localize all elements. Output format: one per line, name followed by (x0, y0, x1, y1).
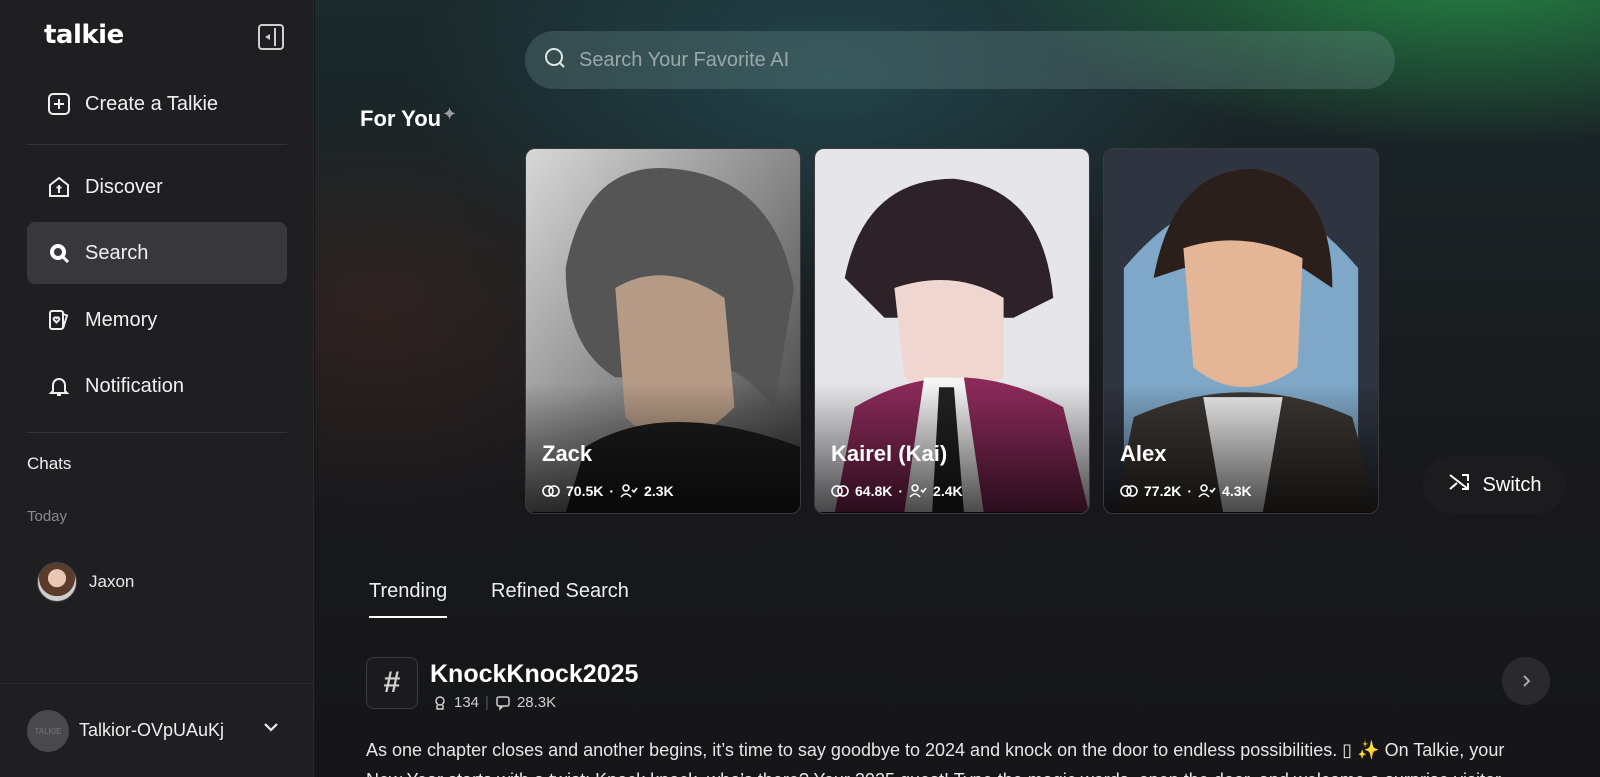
tab-refined-search[interactable]: Refined Search (491, 580, 629, 603)
sparkle-icon: ✦ (442, 104, 458, 124)
user-bar[interactable]: TALKIE Talkior-OVpUAuKj (0, 683, 314, 777)
followers-icon (620, 484, 638, 498)
tab-trending[interactable]: Trending (369, 580, 448, 618)
sidebar-divider (27, 432, 287, 433)
character-card-zack[interactable]: Zack 70.5K · 2.3K (525, 148, 801, 514)
chats-icon (542, 485, 560, 497)
chevron-down-icon[interactable] (262, 718, 280, 741)
character-stats: 77.2K · 4.3K (1120, 483, 1252, 499)
bell-icon (47, 374, 71, 398)
user-name: Talkior-OVpUAuKj (79, 720, 225, 740)
create-talkie-button[interactable]: Create a Talkie (27, 73, 287, 135)
character-name: Kairel (Kai) (831, 441, 948, 466)
topic-title[interactable]: KnockKnock2025 (430, 660, 638, 689)
chat-count: 28.3K (516, 694, 557, 711)
chat-item-jaxon[interactable]: Jaxon (37, 562, 134, 602)
topic-description: As one chapter closes and another begins… (366, 740, 1505, 777)
sidebar-item-discover[interactable]: Discover (27, 156, 287, 218)
chat-bubble-icon (496, 695, 510, 711)
chat-name: Jaxon (89, 572, 135, 591)
today-label: Today (27, 508, 68, 525)
chats-count: 64.8K (855, 483, 893, 499)
chats-heading: Chats (27, 454, 72, 473)
chats-icon (1120, 485, 1138, 497)
character-stats: 64.8K · 2.4K (831, 483, 963, 499)
followers-count: 4.3K (1222, 483, 1252, 499)
chevron-right-icon[interactable] (1502, 657, 1550, 705)
followers-icon (1198, 484, 1216, 498)
followers-count: 2.4K (933, 483, 963, 499)
character-name: Alex (1120, 441, 1167, 466)
user-avatar: TALKIE (27, 710, 69, 752)
chats-icon (831, 485, 849, 497)
character-card-alex[interactable]: Alex 77.2K · 4.3K (1103, 148, 1379, 514)
talkie-count: 134 (454, 694, 480, 711)
character-card-kairel[interactable]: Kairel (Kai) 64.8K · 2.4K (814, 148, 1090, 514)
sidebar-item-label: Memory (85, 308, 158, 331)
hashtag-icon: # (366, 657, 418, 709)
sidebar-divider (27, 144, 287, 145)
chats-count: 70.5K (566, 483, 604, 499)
search-icon (47, 241, 71, 265)
sidebar-item-label: Discover (85, 175, 163, 198)
talkie-count-icon (435, 695, 445, 710)
shuffle-icon (1447, 470, 1471, 500)
plus-square-icon (47, 92, 71, 116)
for-you-title: For You (360, 106, 442, 131)
chats-count: 77.2K (1144, 483, 1182, 499)
dot-separator: · (898, 483, 904, 499)
followers-count: 2.3K (644, 483, 674, 499)
sidebar-item-notification[interactable]: Notification (27, 355, 287, 417)
dot-separator: · (609, 483, 615, 499)
topic-stats: 134 | 28.3K (432, 694, 556, 711)
search-input[interactable] (579, 48, 1339, 72)
sidebar-item-label: Notification (85, 374, 184, 397)
switch-button[interactable]: Switch (1423, 456, 1565, 514)
switch-label: Switch (1482, 473, 1542, 496)
create-talkie-label: Create a Talkie (85, 92, 219, 115)
stat-separator: | (485, 694, 489, 711)
character-name: Zack (542, 441, 593, 466)
talkie-logo[interactable]: talkie (44, 20, 124, 50)
character-stats: 70.5K · 2.3K (542, 483, 674, 499)
avatar (37, 562, 77, 602)
followers-icon (909, 484, 927, 498)
sidebar-item-search[interactable]: Search (27, 222, 287, 284)
sidebar: talkie Create a Talkie Discover Search M… (0, 0, 314, 777)
dot-separator: · (1187, 483, 1193, 499)
home-t-icon (47, 175, 71, 199)
sidebar-item-memory[interactable]: Memory (27, 289, 287, 351)
sidebar-item-label: Search (85, 241, 149, 264)
collapse-sidebar-icon[interactable] (258, 24, 284, 50)
search-icon (543, 46, 567, 75)
memory-card-icon (47, 308, 71, 332)
search-bar[interactable] (525, 31, 1395, 89)
main-content: For You ✦ Zack 70.5K · 2.3K (315, 0, 1600, 777)
